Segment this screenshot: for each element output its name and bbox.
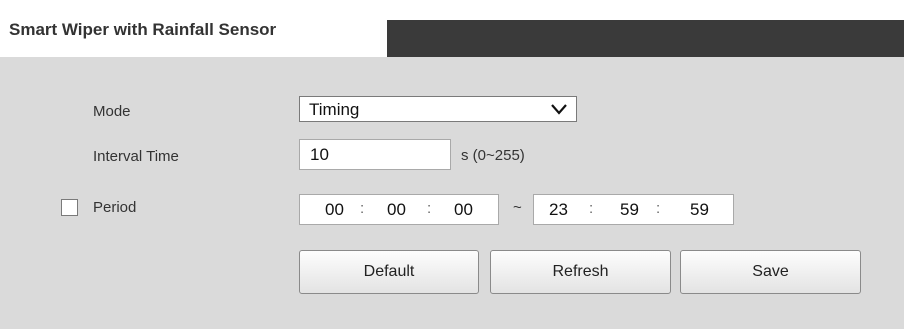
period-label: Period [93,199,137,216]
mode-select[interactable]: Timing [299,96,577,122]
start-minute: 00 [387,200,406,219]
save-button[interactable]: Save [680,250,861,294]
period-start-time[interactable]: 00 : 00 : 00 [299,194,499,225]
title-bar: Smart Wiper with Rainfall Sensor [0,10,904,67]
end-minute: 59 [620,200,639,219]
time-separator: : [656,200,661,217]
refresh-button[interactable]: Refresh [490,250,671,294]
period-checkbox[interactable] [61,199,78,216]
start-hour: 00 [325,200,344,219]
time-separator: : [427,200,432,217]
time-separator: : [589,200,594,217]
end-hour: 23 [549,200,568,219]
time-separator: : [360,200,365,217]
period-end-time[interactable]: 23 : 59 : 59 [533,194,734,225]
default-button[interactable]: Default [299,250,479,294]
end-second: 59 [690,200,709,219]
start-second: 00 [454,200,473,219]
page-title: Smart Wiper with Rainfall Sensor [9,20,277,39]
range-separator: ~ [513,199,522,216]
interval-unit: s (0~255) [461,147,525,164]
mode-select-value: Timing [309,100,360,119]
mode-label: Mode [93,103,131,120]
interval-time-label: Interval Time [93,148,179,165]
chevron-down-icon [551,104,567,115]
interval-time-value: 10 [310,145,329,164]
interval-time-input[interactable]: 10 [299,139,451,170]
